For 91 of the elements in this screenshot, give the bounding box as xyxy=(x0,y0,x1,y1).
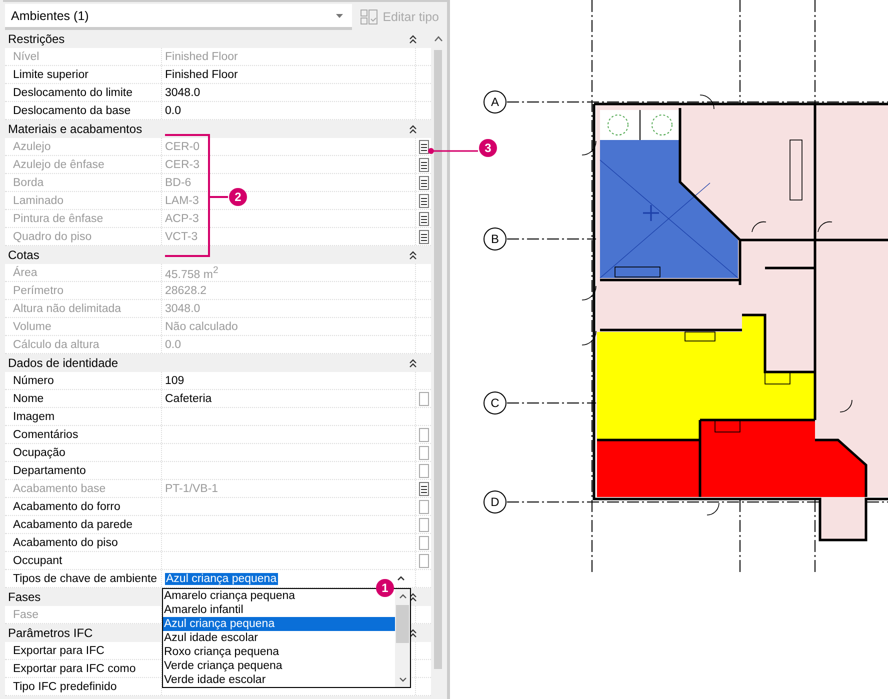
property-value: 45.758 m$^{2}$ xyxy=(165,264,218,280)
property-name: Acabamento da parede xyxy=(13,518,133,530)
edit-value-button[interactable] xyxy=(418,554,428,568)
scroll-up-icon xyxy=(398,594,406,599)
property-name: Cálculo da altura xyxy=(13,338,100,350)
group-title: Restrições xyxy=(8,32,65,46)
property-name: Tipos de chave de ambiente xyxy=(13,572,158,584)
property-value: ACP-3 xyxy=(165,212,199,224)
property-name: Área xyxy=(13,266,38,278)
edit-value-button[interactable] xyxy=(418,446,428,460)
property-value: Finished Floor xyxy=(165,50,238,62)
property-value: CER-3 xyxy=(165,158,200,170)
property-name: Tipo IFC predefinido xyxy=(13,680,117,692)
property-name: Altura não delimitada xyxy=(13,302,122,314)
property-value: 0.0 xyxy=(165,338,181,350)
grid-bubble xyxy=(484,490,506,514)
group-title: Dados de identidade xyxy=(8,356,118,370)
property-name: Exportar para IFC como xyxy=(13,662,136,674)
property-name: Deslocamento do limite xyxy=(13,86,133,98)
property-name: Limite superior xyxy=(13,68,88,80)
property-value: 3048.0 xyxy=(165,302,200,314)
property-value: PT-1/VB-1 xyxy=(165,482,218,494)
edit-value-button[interactable] xyxy=(418,536,428,550)
grid-label: D xyxy=(490,495,500,509)
property-value: 109 xyxy=(165,374,184,386)
scroll-down-icon xyxy=(398,677,406,682)
collapse-icon xyxy=(409,124,417,134)
property-name: Azulejo xyxy=(13,140,51,152)
grid-bubble xyxy=(484,228,506,250)
grid-label: A xyxy=(491,95,499,109)
property-name: Acabamento base xyxy=(13,482,106,494)
dropdown-option[interactable]: Verde idade escolar xyxy=(163,673,395,687)
property-name: Occupant xyxy=(13,554,62,566)
scroll-up-icon xyxy=(434,36,442,42)
property-name: Departamento xyxy=(13,464,86,476)
property-name: Ocupação xyxy=(13,446,66,458)
grid-label: B xyxy=(491,232,499,246)
property-value: 3048.0 xyxy=(165,86,200,98)
list-scrollbar[interactable] xyxy=(395,589,410,687)
grid-label: C xyxy=(490,396,500,410)
dropdown-option[interactable]: Verde criança pequena xyxy=(163,659,395,673)
property-name: Borda xyxy=(13,176,44,188)
type-dropdown[interactable]: Ambientes (1) xyxy=(5,4,352,30)
property-name: Nome xyxy=(13,392,44,404)
edit-type-icon xyxy=(360,9,378,25)
dropdown-option[interactable]: Amarelo infantil xyxy=(163,603,395,617)
dropdown-option[interactable]: Azul criança pequena xyxy=(163,617,395,631)
property-value: LAM-3 xyxy=(165,194,199,206)
property-name: Número xyxy=(13,374,54,386)
collapse-icon xyxy=(409,628,417,638)
group-title: Cotas xyxy=(8,248,40,262)
property-value: CER-0 xyxy=(165,140,200,152)
group-title: Fases xyxy=(8,590,41,604)
group-title: Parâmetros IFC xyxy=(8,626,93,640)
property-name: Azulejo de ênfase xyxy=(13,158,104,170)
collapse-icon xyxy=(409,358,417,368)
group-title: Materiais e acabamentos xyxy=(8,122,142,136)
property-name: Acabamento do piso xyxy=(13,536,118,548)
edit-value-button[interactable] xyxy=(418,518,428,532)
property-name: Pintura de ênfase xyxy=(13,212,104,224)
property-name: Imagem xyxy=(13,410,55,422)
dropdown-option[interactable]: Azul idade escolar xyxy=(163,631,395,645)
edit-value-button[interactable] xyxy=(418,428,428,442)
property-value: 0.0 xyxy=(165,104,181,116)
property-value: Cafeteria xyxy=(165,392,212,404)
type-value: Ambientes (1) xyxy=(11,8,89,22)
property-name: Comentários xyxy=(13,428,78,440)
caret-icon xyxy=(397,576,405,581)
property-name: Fase xyxy=(13,608,39,620)
property-value: BD-6 xyxy=(165,176,192,188)
collapse-icon xyxy=(409,592,417,602)
property-name: Laminado xyxy=(13,194,64,206)
collapse-icon xyxy=(409,250,417,260)
property-value: 28628.2 xyxy=(165,284,207,296)
edit-value-button[interactable] xyxy=(418,392,428,406)
dropdown-option[interactable]: Roxo criança pequena xyxy=(163,645,395,659)
property-name: Volume xyxy=(13,320,52,332)
property-name: Exportar para IFC xyxy=(13,644,104,656)
property-name: Perímetro xyxy=(13,284,64,296)
property-name: Quadro do piso xyxy=(13,230,92,242)
property-value: VCT-3 xyxy=(165,230,198,242)
caret-icon xyxy=(334,12,344,18)
property-name: Acabamento do forro xyxy=(13,500,120,512)
property-value: Não calculado xyxy=(165,320,238,332)
property-name: Nível xyxy=(13,50,40,62)
callout-number: 3 xyxy=(479,139,497,157)
property-name: Deslocamento da base xyxy=(13,104,131,116)
collapse-icon xyxy=(409,34,417,44)
leader-line xyxy=(428,148,478,154)
grid-bubble xyxy=(484,90,506,114)
property-value: Finished Floor xyxy=(165,68,238,80)
